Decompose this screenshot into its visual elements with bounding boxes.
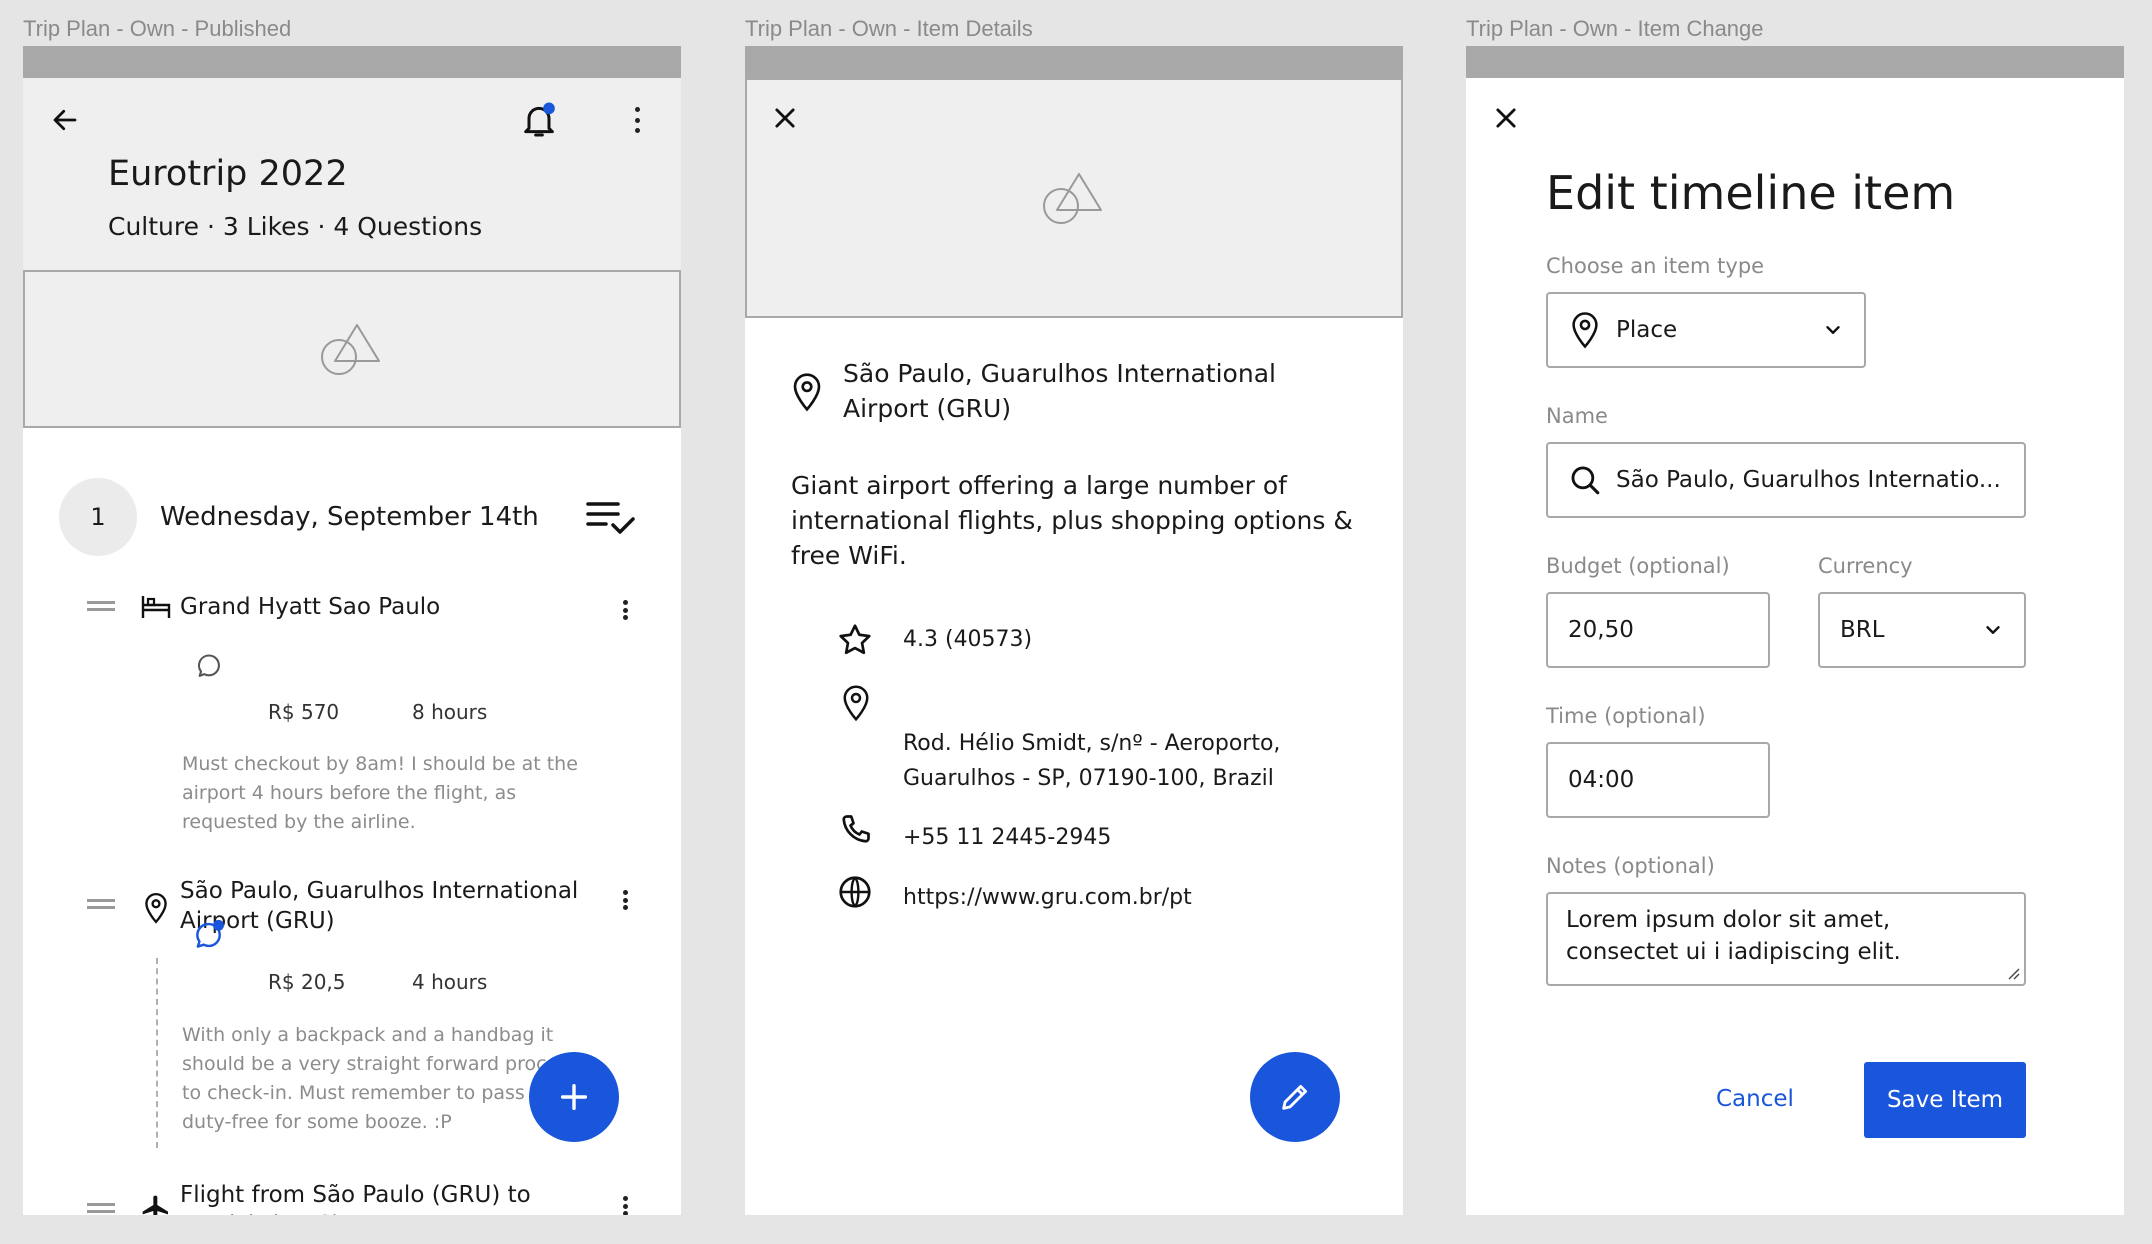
comment-icon[interactable] [195,652,223,680]
edit-item-fab[interactable] [1250,1052,1340,1142]
page-title: Edit timeline item [1546,166,1956,220]
item-type-value: Place [1616,317,1678,343]
timeline-item-name[interactable]: São Paulo, Guarulhos International Airpo… [180,876,580,936]
budget-input[interactable]: 20,50 [1546,592,1770,668]
pencil-icon [1282,1084,1308,1110]
currency-value: BRL [1840,617,1885,643]
notification-bell-icon[interactable] [513,94,565,146]
close-icon[interactable] [1484,96,1528,140]
add-item-fab[interactable] [529,1052,619,1142]
frame-label-published: Trip Plan - Own - Published [23,16,292,41]
place-website[interactable]: https://www.gru.com.br/pt [903,880,1192,915]
timeline-connector [156,958,158,1148]
more-options-icon[interactable] [617,100,657,140]
save-item-button[interactable]: Save Item [1864,1062,2026,1138]
drag-handle-icon[interactable] [87,1203,115,1213]
item-cost: R$ 570 [268,700,340,724]
item-more-icon[interactable] [609,880,641,920]
airplane-icon [140,1192,172,1215]
notes-value: Lorem ipsum dolor sit amet, consectet ui… [1566,907,1901,965]
name-label: Name [1546,404,1608,428]
place-phone[interactable]: +55 11 2445-2945 [903,820,1111,855]
currency-select[interactable]: BRL [1818,592,2026,668]
plus-icon [560,1083,588,1111]
trip-meta: Culture · 3 Likes · 4 Questions [108,212,483,241]
item-type-label: Choose an item type [1546,254,1765,278]
location-pin-icon [1572,312,1598,349]
item-type-select[interactable]: Place [1546,292,1866,368]
time-input[interactable]: 04:00 [1546,742,1770,818]
day-number-badge: 1 [59,478,137,556]
location-pin-icon [841,684,871,722]
status-bar [745,46,1403,78]
star-icon [837,622,873,658]
item-duration: 8 hours [412,700,488,724]
name-search-input[interactable]: São Paulo, Guarulhos Internatio... [1546,442,2026,518]
location-pin-icon [143,892,169,924]
image-placeholder-icon [1043,173,1102,224]
item-more-icon[interactable] [609,590,641,630]
time-value: 04:00 [1568,767,1635,793]
cancel-button[interactable]: Cancel [1716,1086,1794,1112]
budget-value: 20,50 [1568,617,1634,643]
phone-icon[interactable] [837,812,873,848]
day-title: Wednesday, September 14th [160,502,539,532]
frame-label-edit: Trip Plan - Own - Item Change [1466,16,1764,41]
budget-label: Budget (optional) [1546,554,1730,578]
status-bar [23,46,681,78]
comment-unread-icon[interactable] [193,918,227,952]
timeline-item-name[interactable]: Grand Hyatt Sao Paulo [180,592,580,622]
globe-icon[interactable] [837,874,873,910]
item-duration: 4 hours [412,970,488,994]
time-label: Time (optional) [1546,704,1706,728]
place-rating: 4.3 (40573) [903,627,1033,652]
search-icon [1571,466,1600,495]
hotel-icon [140,594,172,620]
back-arrow-icon[interactable] [41,96,89,144]
drag-handle-icon[interactable] [87,601,115,611]
image-placeholder-icon [321,324,380,375]
item-note: Must checkout by 8am! I should be at the… [182,753,578,833]
notes-textarea[interactable]: Lorem ipsum dolor sit amet, consectet ui… [1546,892,2026,986]
name-value: São Paulo, Guarulhos Internatio... [1616,467,2001,493]
chevron-down-icon [1986,626,2000,634]
drag-handle-icon[interactable] [87,899,115,909]
place-description: Giant airport offering a large number of… [791,471,1353,570]
item-more-icon[interactable] [609,1186,641,1215]
chevron-down-icon [1826,326,1840,334]
resize-handle-icon[interactable] [2006,966,2020,980]
screen-item-edit: Edit timeline item Choose an item type P… [1466,46,2124,1215]
screen-published: Eurotrip 2022 Culture · 3 Likes · 4 Ques… [23,46,681,1215]
location-pin-icon [791,372,823,412]
status-bar [1466,46,2124,78]
currency-label: Currency [1818,554,1913,578]
notes-label: Notes (optional) [1546,854,1715,878]
place-cover-image [745,78,1403,318]
trip-cover-image [23,270,681,428]
place-address: Rod. Hélio Smidt, s/nº - Aeroporto, Guar… [903,731,1281,791]
place-name: São Paulo, Guarulhos International Airpo… [843,359,1276,423]
checklist-icon[interactable] [583,494,639,542]
trip-title: Eurotrip 2022 [108,154,348,194]
frame-label-details: Trip Plan - Own - Item Details [745,16,1033,41]
timeline-item-name[interactable]: Flight from São Paulo (GRU) to Munich (M… [180,1180,580,1215]
item-cost: R$ 20,5 [268,970,346,994]
close-icon[interactable] [763,96,807,140]
screen-item-details: São Paulo, Guarulhos International Airpo… [745,46,1403,1215]
